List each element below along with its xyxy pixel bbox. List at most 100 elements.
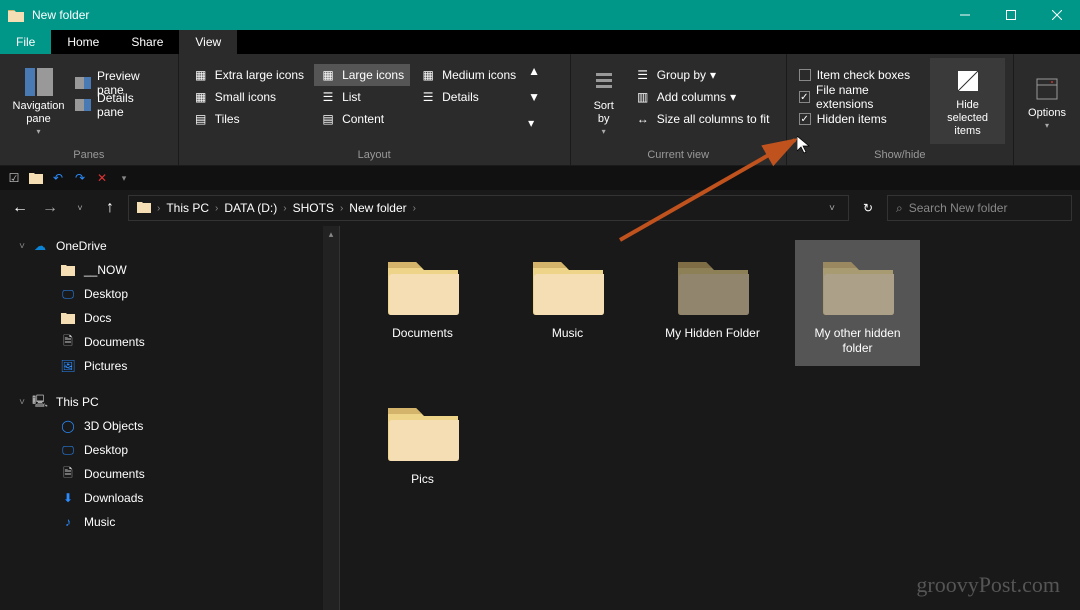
documents-icon: 🗎 [60, 334, 76, 350]
layout-details[interactable]: ☰Details [414, 86, 522, 108]
downloads-icon: ⬇ [60, 490, 76, 506]
ribbon-group-panes: Navigation pane ▾ Preview pane Details p… [0, 54, 179, 165]
ribbon-group-currentview: Sort by ▾ ☰Group by▾ ▥Add columns▾ ↔Size… [571, 54, 787, 165]
fit-icon: ↔ [635, 111, 651, 127]
grid-icon: ▦ [193, 89, 209, 105]
details-pane-icon [75, 97, 91, 113]
tree-documents[interactable]: 🗎Documents [0, 330, 339, 354]
close-button[interactable] [1034, 0, 1080, 30]
address-bar[interactable]: › This PC › DATA (D:) › SHOTS › New fold… [128, 195, 849, 221]
breadcrumb[interactable]: SHOTS [289, 196, 338, 220]
hide-selected-button[interactable]: Hide selected items [930, 58, 1005, 144]
layout-extra-large[interactable]: ▦Extra large icons [187, 64, 310, 86]
layout-list[interactable]: ☰List [314, 86, 410, 108]
recent-button[interactable]: ˅ [68, 196, 92, 220]
folder-label: My other hidden folder [799, 326, 916, 356]
scroll-more-icon[interactable]: ▾ [528, 116, 540, 130]
quick-access-toolbar: ☑ ↶ ↷ ✕ ▾ [0, 166, 1080, 190]
layout-content[interactable]: ▤Content [314, 108, 410, 130]
chevron-down-icon[interactable]: ▾ [116, 170, 132, 186]
chevron-down-icon: ▾ [37, 127, 41, 136]
tree-3d[interactable]: ◯3D Objects [0, 414, 339, 438]
file-extensions-toggle[interactable]: File name extensions [795, 86, 926, 108]
tree-desktop2[interactable]: 🖵Desktop [0, 438, 339, 462]
back-button[interactable]: ← [8, 196, 32, 220]
layout-medium[interactable]: ▦Medium icons [414, 64, 522, 86]
chevron-right-icon[interactable]: › [155, 203, 162, 214]
scroll-down-icon[interactable]: ▼ [528, 90, 540, 104]
folder-icon[interactable] [28, 170, 44, 186]
tree-docs[interactable]: Docs [0, 306, 339, 330]
folder-item[interactable]: My Hidden Folder [650, 240, 775, 366]
breadcrumb[interactable]: New folder [345, 196, 410, 220]
3d-icon: ◯ [60, 418, 76, 434]
history-button[interactable]: ˅ [820, 196, 844, 220]
chevron-right-icon[interactable]: › [338, 203, 345, 214]
layout-small[interactable]: ▦Small icons [187, 86, 310, 108]
folder-item[interactable]: My other hidden folder [795, 240, 920, 366]
tree-desktop[interactable]: 🖵Desktop [0, 282, 339, 306]
undo-icon[interactable]: ↶ [50, 170, 66, 186]
tree-pictures[interactable]: 🖼Pictures [0, 354, 339, 378]
tree-downloads[interactable]: ⬇Downloads [0, 486, 339, 510]
checkbox-checked-icon [799, 91, 810, 103]
tree-documents2[interactable]: 🗎Documents [0, 462, 339, 486]
folder-label: Music [552, 326, 583, 341]
chevron-right-icon[interactable]: › [213, 203, 220, 214]
minimize-button[interactable] [942, 0, 988, 30]
folder-icon [818, 250, 898, 320]
tab-view[interactable]: View [179, 30, 237, 54]
hide-icon [952, 65, 984, 97]
navigation-pane-icon [23, 66, 55, 98]
sort-by-button[interactable]: Sort by ▾ [579, 58, 629, 144]
chevron-right-icon[interactable]: › [411, 203, 418, 214]
forward-button[interactable]: → [38, 196, 62, 220]
scroll-up-icon[interactable]: ▲ [528, 64, 540, 78]
tree-music[interactable]: ♪Music [0, 510, 339, 534]
content-area: ˅☁OneDrive __NOW 🖵Desktop Docs 🗎Document… [0, 226, 1080, 610]
scroll-up-icon[interactable]: ▴ [323, 226, 339, 242]
navigation-pane-button[interactable]: Navigation pane ▾ [8, 58, 69, 144]
properties-icon[interactable]: ☑ [6, 170, 22, 186]
maximize-button[interactable] [988, 0, 1034, 30]
chevron-right-icon[interactable]: › [281, 203, 288, 214]
breadcrumb[interactable]: DATA (D:) [220, 196, 281, 220]
up-button[interactable]: ↑ [98, 196, 122, 220]
search-icon: ⌕ [896, 201, 903, 216]
layout-tiles[interactable]: ▤Tiles [187, 108, 310, 130]
checkbox-icon [799, 69, 811, 81]
tree-thispc[interactable]: ˅🖳This PC [0, 390, 339, 414]
window-title: New folder [32, 8, 942, 22]
delete-icon[interactable]: ✕ [94, 170, 110, 186]
scrollbar[interactable]: ▴ [323, 226, 339, 610]
grid-icon: ▦ [193, 67, 209, 83]
breadcrumb[interactable]: This PC [162, 196, 213, 220]
add-columns-button[interactable]: ▥Add columns▾ [629, 86, 776, 108]
tab-share[interactable]: Share [115, 30, 179, 54]
tab-home[interactable]: Home [51, 30, 115, 54]
refresh-button[interactable]: ↻ [855, 195, 881, 221]
tree-now[interactable]: __NOW [0, 258, 339, 282]
ribbon-group-layout: ▦Extra large icons ▦Large icons ▦Medium … [179, 54, 571, 165]
options-button[interactable]: Options ▾ [1022, 58, 1072, 144]
music-icon: ♪ [60, 514, 76, 530]
expand-icon[interactable]: ˅ [16, 397, 28, 408]
layout-large[interactable]: ▦Large icons [314, 64, 410, 86]
size-columns-button[interactable]: ↔Size all columns to fit [629, 108, 776, 130]
grid-icon: ▦ [320, 67, 336, 83]
search-input[interactable]: ⌕ Search New folder [887, 195, 1072, 221]
desktop-icon: 🖵 [60, 286, 76, 302]
tab-file[interactable]: File [0, 30, 51, 54]
documents-icon: 🗎 [60, 466, 76, 482]
folder-item[interactable]: Documents [360, 240, 485, 366]
expand-icon[interactable]: ˅ [16, 241, 28, 252]
details-pane-button[interactable]: Details pane [69, 94, 170, 116]
hidden-items-toggle[interactable]: Hidden items [795, 108, 926, 130]
group-by-button[interactable]: ☰Group by▾ [629, 64, 776, 86]
chevron-down-icon: ▾ [710, 68, 716, 82]
folder-item[interactable]: Music [505, 240, 630, 366]
folder-item[interactable]: Pics [360, 386, 485, 497]
redo-icon[interactable]: ↷ [72, 170, 88, 186]
tree-onedrive[interactable]: ˅☁OneDrive [0, 234, 339, 258]
folder-view[interactable]: Documents Music My Hidden Folder My other h… [340, 226, 1080, 610]
